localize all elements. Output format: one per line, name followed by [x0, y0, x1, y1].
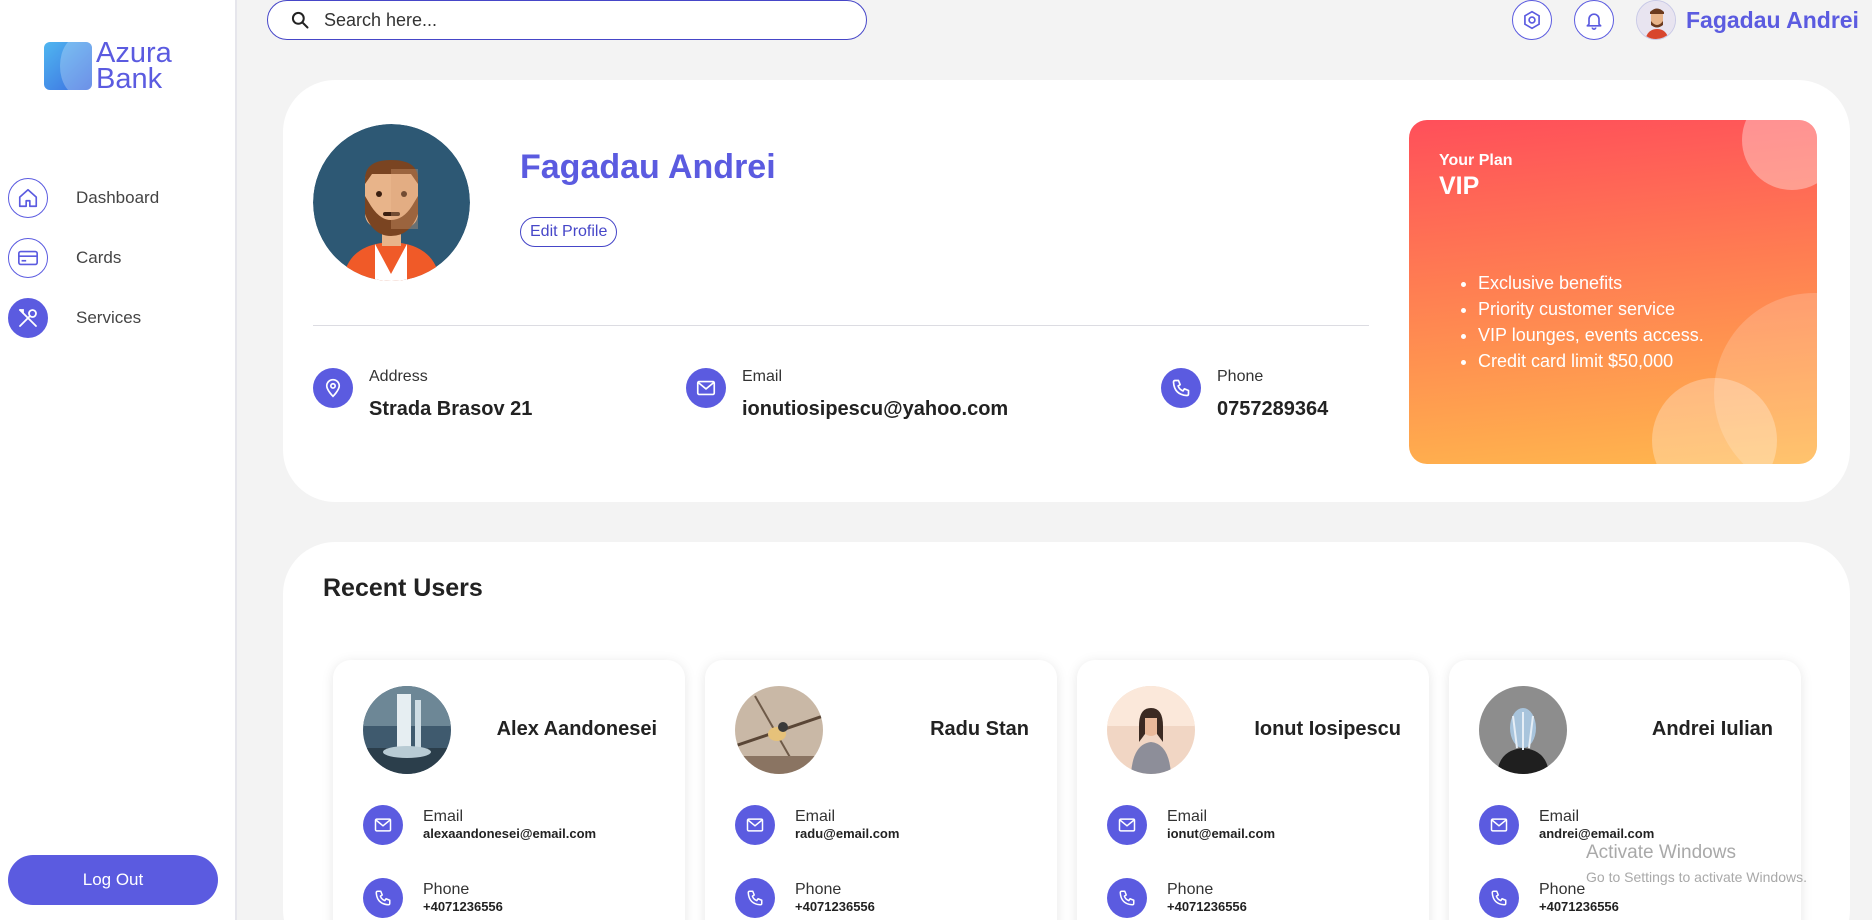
- search-input[interactable]: [324, 9, 824, 31]
- mail-icon: [686, 368, 726, 408]
- phone-icon: [735, 878, 775, 918]
- plan-name: VIP: [1439, 172, 1480, 200]
- profile-name: Fagadau Andrei: [520, 148, 776, 186]
- tools-icon: [8, 298, 48, 338]
- plan-benefit: Priority customer service: [1478, 296, 1704, 322]
- recent-users-card: Recent Users Alex Aandonesei Email alexaa…: [283, 542, 1850, 920]
- user-phone-row: Phone +4071236556: [1107, 878, 1247, 918]
- sidebar-item-label: Cards: [76, 248, 122, 267]
- phone-label: Phone: [1539, 881, 1586, 898]
- logo-mark-icon: [44, 42, 92, 90]
- user-email: alexaandonesei@email.com: [423, 826, 597, 841]
- sidebar: Azura Bank Dashboard Cards Services Log …: [0, 0, 237, 920]
- phone-value[interactable]: 0757289364: [1217, 398, 1328, 421]
- plan-card: Your Plan VIP Exclusive benefits Priorit…: [1409, 120, 1817, 464]
- user-name: Andrei Iulian: [1651, 718, 1773, 740]
- gear-icon: [1524, 10, 1540, 30]
- user-name: Alex Aandonesei: [496, 718, 657, 740]
- user-phone-row: Phone +4071236556: [363, 878, 503, 918]
- plan-benefit: Credit card limit $50,000: [1478, 348, 1704, 374]
- user-photo: [363, 686, 451, 774]
- bell-icon: [1586, 13, 1602, 30]
- home-icon: [8, 178, 48, 218]
- email-label: Email: [1539, 808, 1580, 825]
- user-card[interactable]: Andrei Iulian Email andrei@email.com Phon…: [1449, 660, 1801, 920]
- email-label: Email: [742, 368, 783, 385]
- user-photo: [1479, 686, 1567, 774]
- plan-benefit: Exclusive benefits: [1478, 270, 1704, 296]
- sidebar-item-services[interactable]: Services: [8, 298, 141, 338]
- address-label: Address: [369, 368, 428, 385]
- user-email-row: Email andrei@email.com: [1479, 805, 1654, 845]
- user-card[interactable]: Ionut Iosipescu Email ionut@email.com Pho…: [1077, 660, 1429, 920]
- user-email-row: Email alexaandonesei@email.com: [363, 805, 596, 845]
- user-email: ionut@email.com: [1167, 826, 1276, 841]
- plan-benefit: VIP lounges, events access.: [1478, 322, 1704, 348]
- user-avatar[interactable]: [1636, 0, 1676, 40]
- phone-icon: [363, 878, 403, 918]
- search-icon: [291, 11, 309, 29]
- divider: [313, 325, 1369, 326]
- mail-icon: [363, 805, 403, 845]
- user-photo: [735, 686, 823, 774]
- mail-icon: [1479, 805, 1519, 845]
- user-email: andrei@email.com: [1539, 826, 1655, 841]
- user-card[interactable]: Radu Stan Email radu@email.com Phone +4071…: [705, 660, 1057, 920]
- notifications-button[interactable]: [1574, 0, 1614, 40]
- sidebar-item-dashboard[interactable]: Dashboard: [8, 178, 159, 218]
- email-info: Email ionutiosipescu@yahoo.com: [686, 368, 1008, 421]
- plan-benefits-list: Exclusive benefits Priority customer ser…: [1478, 270, 1704, 374]
- user-email: radu@email.com: [795, 826, 900, 841]
- sidebar-item-label: Services: [76, 308, 142, 327]
- location-pin-icon: [313, 368, 353, 408]
- sidebar-item-cards[interactable]: Cards: [8, 238, 121, 278]
- phone-label: Phone: [795, 881, 842, 898]
- logo-text: Azura Bank: [96, 37, 172, 95]
- search-bar[interactable]: [267, 0, 867, 40]
- credit-card-icon: [8, 238, 48, 278]
- email-value[interactable]: ionutiosipescu@yahoo.com: [742, 398, 1008, 421]
- user-phone: +4071236556: [1167, 899, 1247, 914]
- user-phone-row: Phone +4071236556: [735, 878, 875, 918]
- logo[interactable]: Azura Bank: [44, 37, 172, 95]
- phone-info: Phone 0757289364: [1161, 368, 1328, 421]
- user-phone: +4071236556: [1539, 899, 1619, 914]
- phone-icon: [1479, 878, 1519, 918]
- user-email-row: Email ionut@email.com: [1107, 805, 1275, 845]
- phone-icon: [1107, 878, 1147, 918]
- profile-card: Fagadau Andrei Edit Profile Address Stra…: [283, 80, 1850, 502]
- phone-label: Phone: [1167, 881, 1214, 898]
- settings-button[interactable]: [1512, 0, 1552, 40]
- user-email-row: Email radu@email.com: [735, 805, 899, 845]
- header-user-name[interactable]: Fagadau Andrei: [1686, 7, 1859, 34]
- user-photo: [1107, 686, 1195, 774]
- user-phone-row: Phone +4071236556: [1479, 878, 1619, 918]
- user-phone: +4071236556: [795, 899, 875, 914]
- recent-users-title: Recent Users: [323, 574, 483, 602]
- mail-icon: [1107, 805, 1147, 845]
- user-card[interactable]: Alex Aandonesei Email alexaandonesei@emai…: [333, 660, 685, 920]
- user-name: Ionut Iosipescu: [1254, 718, 1401, 740]
- phone-icon: [1161, 368, 1201, 408]
- edit-profile-button[interactable]: Edit Profile: [520, 217, 618, 247]
- profile-avatar: [313, 124, 470, 281]
- phone-label: Phone: [423, 881, 470, 898]
- plan-label: Your Plan: [1439, 152, 1513, 169]
- sidebar-item-label: Dashboard: [76, 188, 160, 207]
- phone-label: Phone: [1217, 368, 1264, 385]
- address-info: Address Strada Brasov 21: [313, 368, 532, 421]
- email-label: Email: [423, 808, 464, 825]
- mail-icon: [735, 805, 775, 845]
- logout-button[interactable]: Log Out: [8, 855, 218, 905]
- user-name: Radu Stan: [930, 718, 1029, 740]
- decorative-circle: [1742, 120, 1817, 190]
- address-value: Strada Brasov 21: [369, 398, 533, 420]
- email-label: Email: [795, 808, 836, 825]
- email-label: Email: [1167, 808, 1208, 825]
- user-phone: +4071236556: [423, 899, 503, 914]
